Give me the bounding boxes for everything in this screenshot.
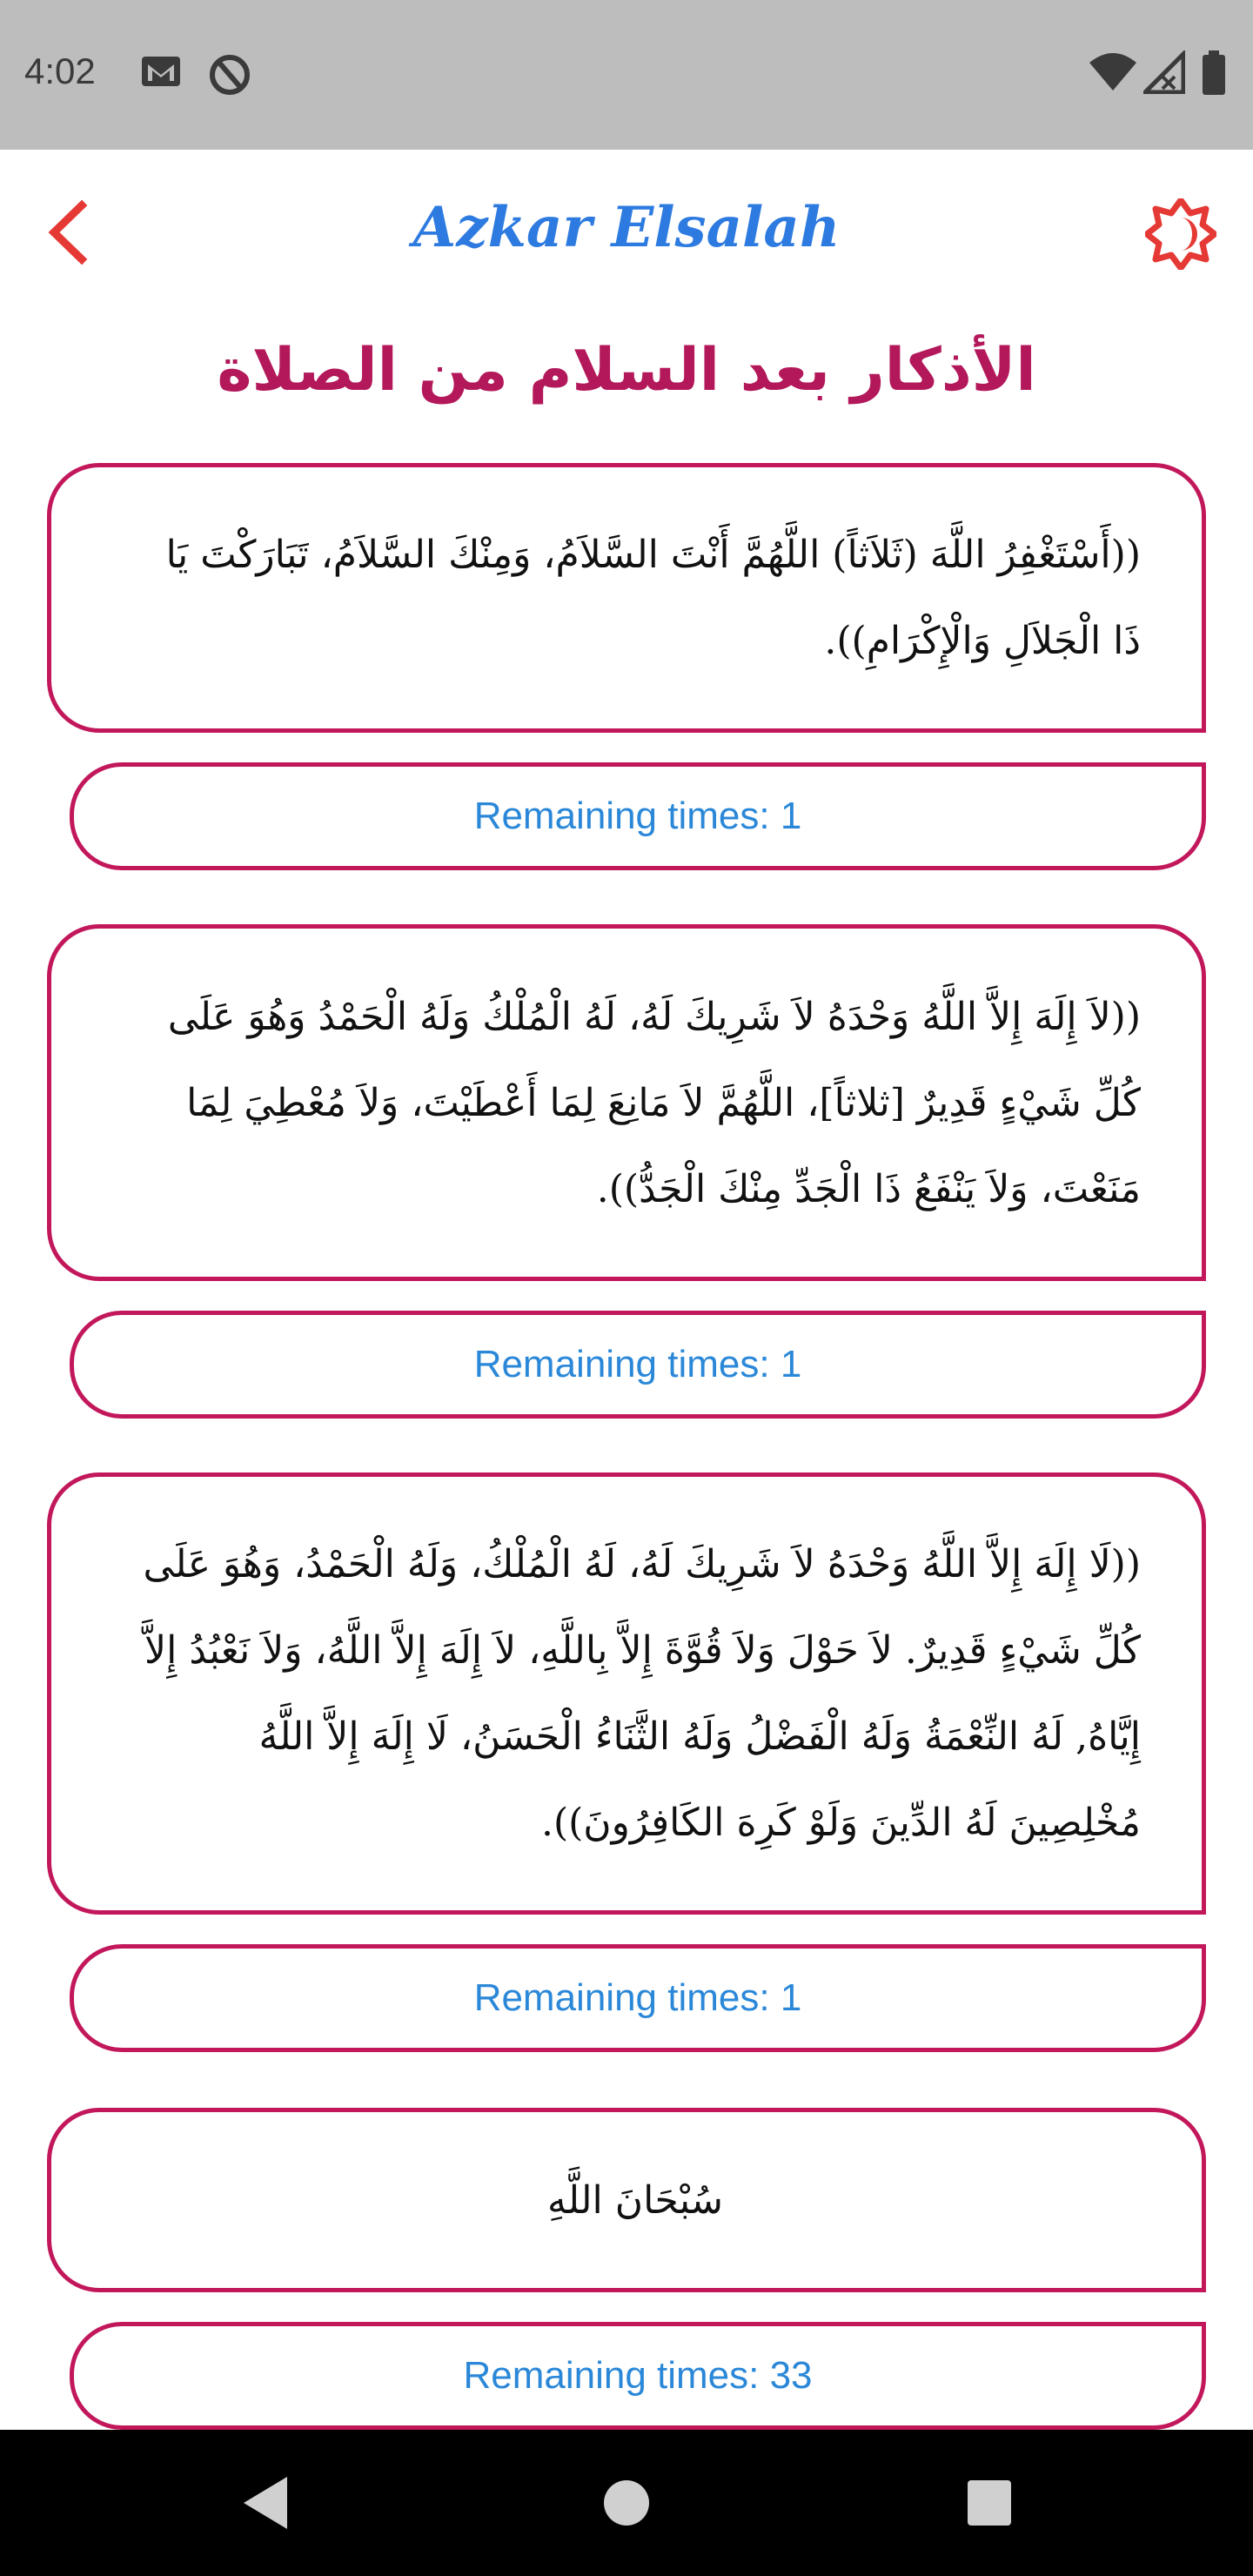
zikr-card: ((لَا إِلَهَ إِلاَّ اللَّهُ وَحْدَهُ لاَ… <box>47 1472 1206 1915</box>
app-bar: Azkar Elsalah <box>0 150 1253 315</box>
counter-label: Remaining times: 1 <box>473 1976 802 2019</box>
home-circle-icon[interactable] <box>600 2468 653 2538</box>
zikr-card: ((أَسْتَغْفِرُ اللَّهَ (ثَلاَثاً) اللَّه… <box>47 463 1206 733</box>
counter-button[interactable]: Remaining times: 33 <box>70 2322 1206 2430</box>
counter-label: Remaining times: 33 <box>463 2354 813 2397</box>
recents-square-icon[interactable] <box>962 2468 1015 2538</box>
zikr-card: ((لاَ إِلَهَ إِلاَّ اللَّهُ وَحْدَهُ لاَ… <box>47 924 1206 1281</box>
wifi-icon <box>1089 53 1136 91</box>
zikr-card: سُبْحَانَ اللَّهِ <box>47 2108 1206 2292</box>
battery-icon <box>1203 50 1225 95</box>
app-title: Azkar Elsalah <box>412 195 841 260</box>
counter-label: Remaining times: 1 <box>473 795 802 837</box>
signal-icon <box>1143 50 1185 94</box>
counter-button[interactable]: Remaining times: 1 <box>70 1944 1206 2052</box>
zikr-text: ((لاَ إِلَهَ إِلاَّ اللَّهُ وَحْدَهُ لاَ… <box>167 994 1141 1211</box>
do-not-disturb-icon <box>210 55 250 95</box>
counter-label: Remaining times: 1 <box>473 1343 802 1385</box>
counter-button[interactable]: Remaining times: 1 <box>70 762 1206 870</box>
zikr-text: ((لَا إِلَهَ إِلاَّ اللَّهُ وَحْدَهُ لاَ… <box>143 1542 1141 1845</box>
system-nav-bar <box>0 2430 1253 2576</box>
theme-toggle-button[interactable] <box>1143 197 1218 272</box>
status-bar: 4:02 <box>0 0 1253 150</box>
back-triangle-icon[interactable] <box>235 2468 296 2538</box>
status-time: 4:02 <box>24 50 96 91</box>
page-title: الأذكار بعد السلام من الصلاة <box>217 336 1036 405</box>
gmail-icon <box>142 57 180 86</box>
brightness-icon <box>1143 197 1218 272</box>
zikr-text: سُبْحَانَ اللَّهِ <box>546 2177 724 2223</box>
zikr-text: ((أَسْتَغْفِرُ اللَّهَ (ثَلاَثاً) اللَّه… <box>165 533 1141 663</box>
counter-button[interactable]: Remaining times: 1 <box>70 1311 1206 1419</box>
